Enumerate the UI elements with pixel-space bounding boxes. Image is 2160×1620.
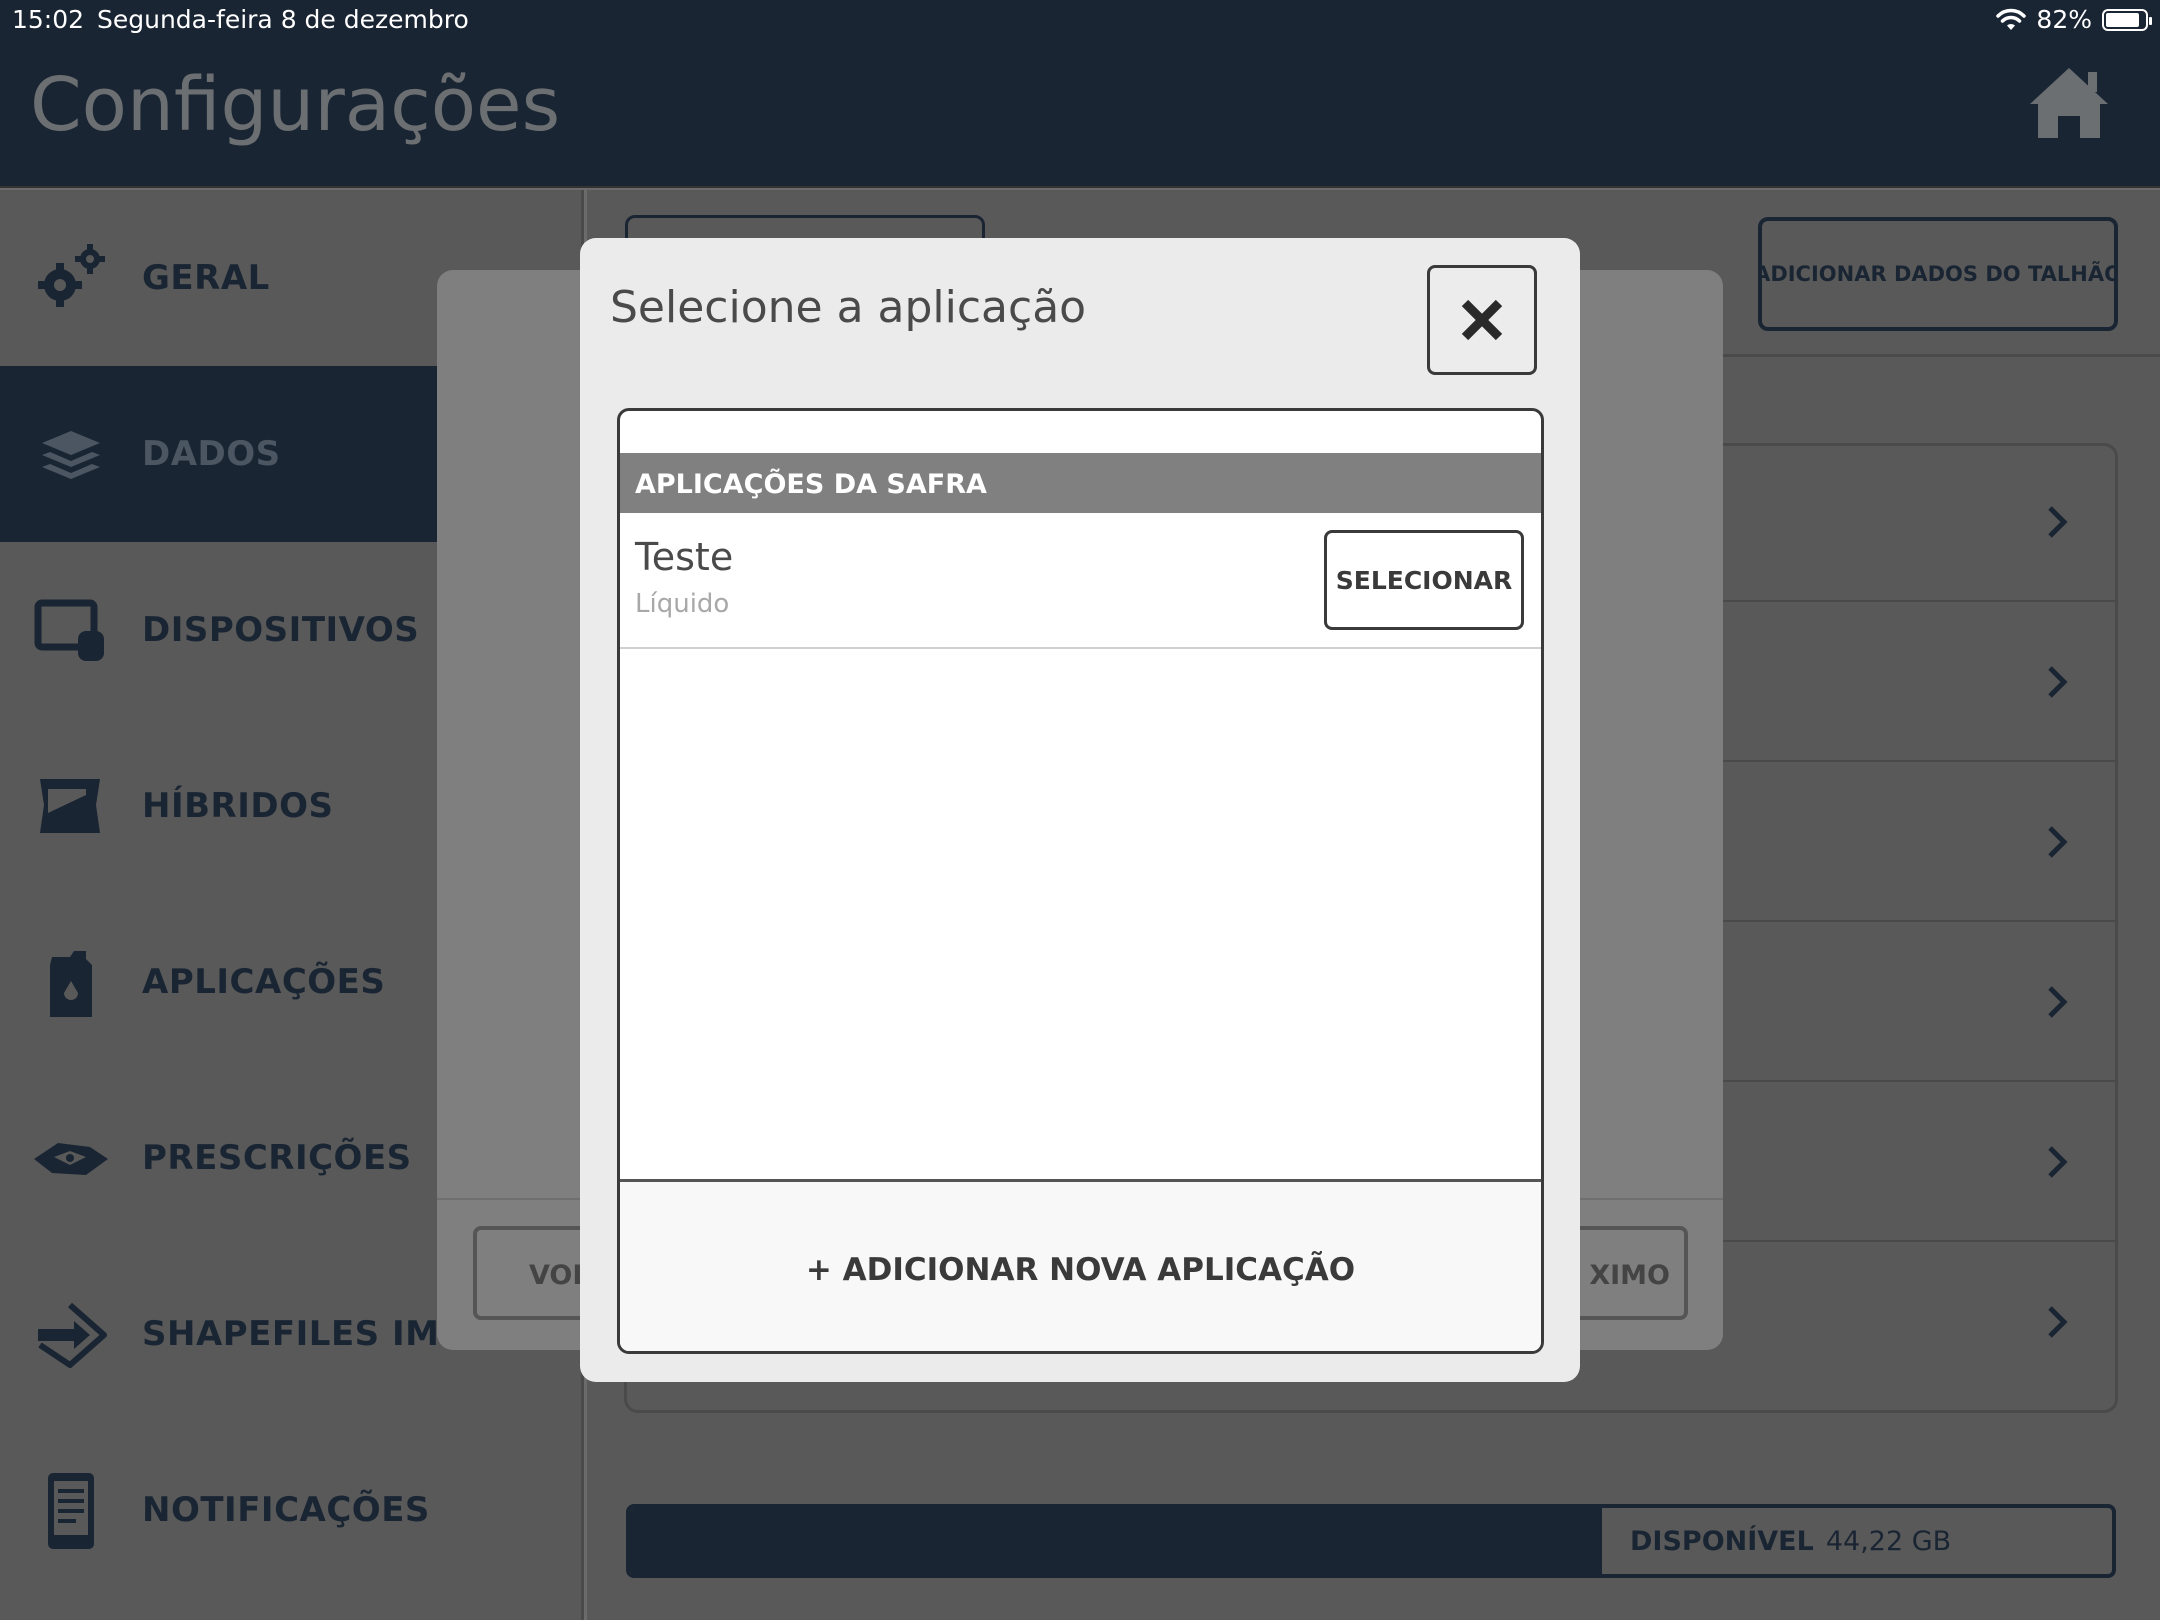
application-type: Líquido — [635, 589, 730, 619]
wifi-icon — [1996, 8, 2027, 30]
add-new-application-button[interactable]: + ADICIONAR NOVA APLICAÇÃO — [620, 1179, 1541, 1351]
sidebar-item-notificacoes[interactable]: NOTIFICAÇÕES — [0, 1422, 584, 1598]
sidebar-item-label: PRESCRIÇÕES — [142, 1138, 412, 1178]
chevron-right-icon[interactable] — [2042, 982, 2072, 1022]
application-name: Teste — [635, 535, 734, 579]
tablet-notification-icon — [48, 1473, 94, 1549]
sidebar-item-label: DISPOSITIVOS — [142, 610, 420, 650]
import-arrow-icon — [38, 1302, 107, 1368]
chevron-right-icon[interactable] — [2042, 662, 2072, 702]
status-date: Segunda-feira 8 de dezembro — [97, 5, 469, 34]
chevron-right-icon[interactable] — [2042, 822, 2072, 862]
storage-bar: DISPONÍVEL 44,22 GB — [626, 1504, 2116, 1578]
application-list: APLICAÇÕES DA SAFRA Teste Líquido SELECI… — [617, 408, 1544, 1354]
chevron-right-icon[interactable] — [2042, 1302, 2072, 1342]
devices-icon — [34, 599, 104, 661]
app-header: Configurações — [0, 40, 2160, 188]
add-field-data-button[interactable]: ADICIONAR DADOS DO TALHÃO — [1758, 217, 2118, 331]
seed-bag-icon — [40, 779, 100, 833]
next-button-label: XIMO — [1589, 1260, 1670, 1291]
sidebar-item-label: GERAL — [142, 258, 270, 298]
sidebar-item-label: NOTIFICAÇÕES — [142, 1490, 430, 1530]
select-button[interactable]: SELECIONAR — [1324, 530, 1524, 630]
sidebar-item-label: HÍBRIDOS — [142, 786, 334, 826]
sidebar-item-label: APLICAÇÕES — [142, 962, 386, 1002]
home-icon[interactable] — [2026, 62, 2112, 142]
select-application-dialog: Selecione a aplicação APLICAÇÕES DA SAFR… — [580, 238, 1580, 1382]
close-icon — [1461, 299, 1503, 341]
list-item: Teste Líquido SELECIONAR — [620, 513, 1541, 649]
section-header: APLICAÇÕES DA SAFRA — [620, 453, 1541, 513]
dialog-title: Selecione a aplicação — [610, 282, 1087, 333]
battery-icon — [2102, 8, 2152, 31]
storage-label: DISPONÍVEL — [1630, 1526, 1814, 1557]
storage-used-fill — [630, 1508, 1603, 1574]
status-time: 15:02 — [12, 5, 85, 34]
layers-icon — [42, 431, 100, 479]
close-button[interactable] — [1427, 265, 1537, 375]
gears-icon — [38, 244, 105, 307]
storage-value: 44,22 GB — [1825, 1526, 1952, 1557]
jug-icon — [50, 951, 92, 1017]
chevron-right-icon[interactable] — [2042, 1142, 2072, 1182]
battery-percent: 82% — [2036, 5, 2092, 34]
chevron-right-icon[interactable] — [2042, 502, 2072, 542]
page-title: Configurações — [30, 62, 561, 148]
status-bar: 15:02 Segunda-feira 8 de dezembro 82% — [0, 0, 2160, 40]
prescription-map-icon — [34, 1143, 108, 1175]
sidebar-item-label: DADOS — [142, 434, 281, 474]
